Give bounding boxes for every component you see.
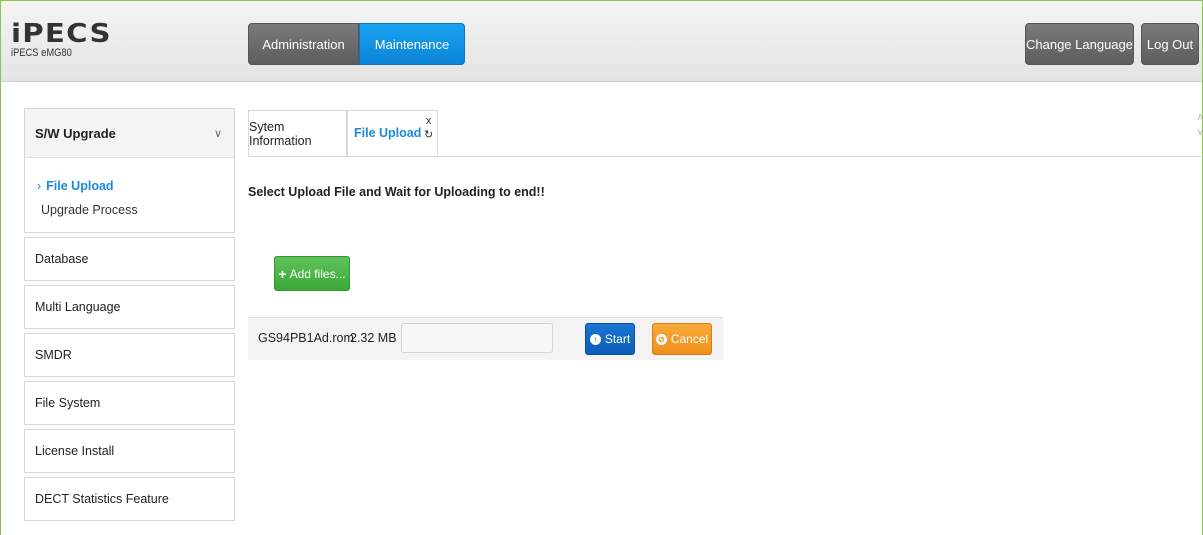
tab-system-information[interactable]: Sytem Information [248,110,347,156]
ban-icon: ⊘ [655,333,667,345]
sidebar-item-smdr[interactable]: SMDR [24,333,235,377]
sidebar-group-header[interactable]: S/W Upgrade ∨ [25,109,234,158]
sidebar-group-title: S/W Upgrade [35,125,116,141]
file-size: 2.32 MB [350,331,397,345]
sidebar-item-label: File Upload [46,179,114,193]
cancel-label: Cancel [670,332,709,346]
sidebar-group-sw-upgrade: S/W Upgrade ∨ › File Upload Upgrade Proc… [24,108,235,233]
refresh-icon[interactable]: ↻ [424,128,433,142]
add-files-button[interactable]: + Add files... [274,256,350,291]
sidebar-item-license-install[interactable]: License Install [24,429,235,473]
sidebar: S/W Upgrade ∨ › File Upload Upgrade Proc… [24,108,235,521]
sidebar-item-file-upload[interactable]: › File Upload [25,174,234,198]
upload-icon: ↑ [589,333,601,345]
tab-label: File Upload [354,126,422,140]
plus-icon: + [278,265,287,282]
tab-bar: Sytem Information File Upload x ↻ ∧ ∨ [248,110,1203,157]
tab-scroll: ∧ ∨ [1197,110,1203,140]
sidebar-item-upgrade-process[interactable]: Upgrade Process [25,198,234,222]
sidebar-item-database[interactable]: Database [24,237,235,281]
nav-maintenance[interactable]: Maintenance [359,23,465,65]
main-nav: Administration Maintenance [248,23,465,65]
cancel-button[interactable]: ⊘ Cancel [652,323,712,355]
chevron-down-icon: ∨ [213,127,222,140]
file-name: GS94PB1Ad.rom [258,331,354,345]
sidebar-item-dect-statistics[interactable]: DECT Statistics Feature [24,477,235,521]
chevron-right-icon: › [37,179,42,193]
tab-controls: x ↻ [424,114,433,142]
top-header: iPECS iPECS eMG80 Administration Mainten… [1,1,1202,82]
ipecs-logo: iPECS iPECS eMG80 [11,21,111,59]
chevron-up-icon[interactable]: ∧ [1197,110,1203,125]
start-label: Start [604,332,631,346]
sidebar-item-file-system[interactable]: File System [24,381,235,425]
logo-mark: iPECS [11,19,112,49]
sidebar-item-multi-language[interactable]: Multi Language [24,285,235,329]
add-files-label: Add files... [289,266,346,281]
sidebar-subitems: › File Upload Upgrade Process [25,158,234,232]
change-language-button[interactable]: Change Language [1025,23,1134,65]
nav-administration[interactable]: Administration [248,23,359,65]
upload-instruction: Select Upload File and Wait for Uploadin… [248,185,545,199]
system-name: iPECS eMG80 [11,47,72,59]
upload-progress-bar [401,323,553,353]
file-row: GS94PB1Ad.rom 2.32 MB ↑ Start ⊘ Cancel [248,317,723,360]
sidebar-item-label: Upgrade Process [41,203,138,217]
start-button[interactable]: ↑ Start [585,323,635,355]
close-icon[interactable]: x [426,114,432,128]
log-out-button[interactable]: Log Out [1141,23,1199,65]
chevron-down-icon[interactable]: ∨ [1197,125,1203,140]
